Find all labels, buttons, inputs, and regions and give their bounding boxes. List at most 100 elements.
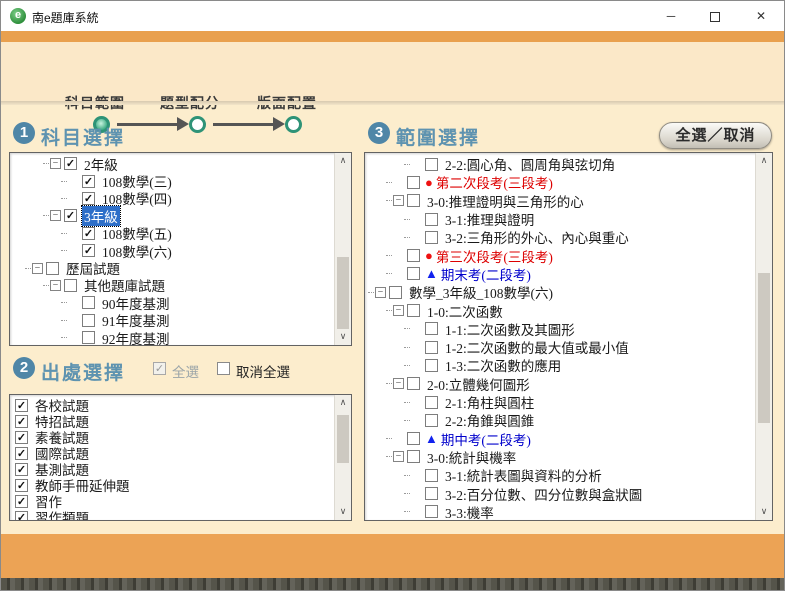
tree-row[interactable]: 3-2:百分位數、四分位數與盒狀圖 — [366, 484, 754, 502]
tree-row[interactable]: ✓108數學(四) — [11, 190, 333, 207]
tree-row[interactable]: 1-3:二次函數的應用 — [366, 356, 754, 374]
source-list-panel: ✓各校試題✓特招試題✓素養試題✓國際試題✓基測試題✓教師手冊延伸題✓習作✓習作類… — [9, 394, 352, 521]
tree-row[interactable]: 3-1:推理與證明 — [366, 210, 754, 228]
checkbox[interactable] — [82, 314, 95, 327]
checkbox[interactable]: ✓ — [82, 227, 95, 240]
checkbox[interactable] — [64, 279, 77, 292]
tree-row[interactable]: 1-1:二次函數及其圖形 — [366, 320, 754, 338]
scroll-up-icon[interactable]: ∧ — [335, 153, 351, 169]
checkbox[interactable]: ✓ — [15, 463, 28, 476]
checkbox[interactable]: ✓ — [15, 399, 28, 412]
checkbox[interactable] — [407, 194, 420, 207]
scrollbar-thumb[interactable] — [758, 273, 770, 423]
tree-row[interactable]: 3-2:三角形的外心、內心與重心 — [366, 228, 754, 246]
checkbox[interactable] — [82, 296, 95, 309]
tree-row[interactable]: 2-1:角柱與圓柱 — [366, 393, 754, 411]
tree-row[interactable]: −✓3年級 — [11, 207, 333, 224]
scroll-down-icon[interactable]: ∨ — [756, 504, 772, 520]
scroll-up-icon[interactable]: ∧ — [335, 395, 351, 411]
tree-row[interactable]: 3-3:機率 — [366, 503, 754, 520]
checkbox[interactable] — [425, 322, 438, 335]
checkbox[interactable] — [407, 304, 420, 317]
toggle-select-all-button[interactable]: 全選／取消 — [659, 122, 772, 149]
section-2-number-badge: 2 — [13, 357, 35, 379]
checkbox[interactable] — [425, 396, 438, 409]
tree-row[interactable]: 90年度基測 — [11, 294, 333, 311]
tree-indent-spacer — [393, 433, 404, 444]
tree-row[interactable]: 91年度基測 — [11, 312, 333, 329]
expand-collapse-icon[interactable]: − — [50, 210, 61, 221]
checkbox[interactable]: ✓ — [15, 511, 28, 521]
checkbox[interactable] — [425, 341, 438, 354]
checkbox[interactable] — [425, 359, 438, 372]
scrollbar-thumb[interactable] — [337, 257, 349, 329]
tree-row[interactable]: −數學_3年級_108數學(六) — [366, 283, 754, 301]
checkbox[interactable]: ✓ — [15, 479, 28, 492]
expand-collapse-icon[interactable]: − — [393, 195, 404, 206]
scroll-down-icon[interactable]: ∨ — [335, 504, 351, 520]
scroll-down-icon[interactable]: ∨ — [335, 329, 351, 345]
checkbox[interactable] — [425, 469, 438, 482]
checkbox[interactable] — [407, 377, 420, 390]
tree-row[interactable]: 2-2:角錐與圓錐 — [366, 411, 754, 429]
expand-collapse-icon[interactable]: − — [393, 378, 404, 389]
select-all-checkbox[interactable]: ✓ — [153, 362, 166, 375]
checkbox[interactable] — [425, 487, 438, 500]
tree-row[interactable]: 92年度基測 — [11, 329, 333, 345]
tree-row[interactable]: 1-2:二次函數的最大值或最小值 — [366, 338, 754, 356]
checkbox[interactable]: ✓ — [64, 157, 77, 170]
expand-collapse-icon[interactable]: − — [393, 305, 404, 316]
checkbox[interactable]: ✓ — [82, 244, 95, 257]
checkbox[interactable] — [425, 158, 438, 171]
tree-row[interactable]: −其他題庫試題 — [11, 277, 333, 294]
minimize-button[interactable]: ─ — [649, 1, 693, 31]
checkbox[interactable]: ✓ — [82, 192, 95, 205]
tree-row[interactable]: ▲期中考(二段考) — [366, 429, 754, 447]
expand-collapse-icon[interactable]: − — [32, 263, 43, 274]
tree-row[interactable]: 2-2:圓心角、圓周角與弦切角 — [366, 155, 754, 173]
expand-collapse-icon[interactable]: − — [375, 287, 386, 298]
scroll-up-icon[interactable]: ∧ — [756, 153, 772, 169]
checkbox[interactable]: ✓ — [15, 495, 28, 508]
tree-row[interactable]: ▲期末考(二段考) — [366, 265, 754, 283]
close-button[interactable]: ✕ — [739, 1, 783, 31]
tree-row[interactable]: −3-0:推理證明與三角形的心 — [366, 192, 754, 210]
scrollbar-thumb[interactable] — [337, 415, 349, 463]
checkbox[interactable] — [407, 249, 420, 262]
expand-collapse-icon[interactable]: − — [50, 158, 61, 169]
tree-row[interactable]: ●第二次段考(三段考) — [366, 173, 754, 191]
checkbox[interactable]: ✓ — [15, 447, 28, 460]
checkbox[interactable]: ✓ — [15, 415, 28, 428]
tree-row[interactable]: −3-0:統計與機率 — [366, 448, 754, 466]
tree-guide-line — [404, 347, 410, 348]
checkbox[interactable] — [46, 262, 59, 275]
tree-row[interactable]: ✓108數學(六) — [11, 242, 333, 259]
deselect-all-checkbox[interactable] — [217, 362, 230, 375]
tree-row[interactable]: ●第三次段考(三段考) — [366, 246, 754, 264]
tree-row[interactable]: ✓108數學(五) — [11, 225, 333, 242]
checkbox[interactable] — [407, 432, 420, 445]
tree-row[interactable]: −歷屆試題 — [11, 259, 333, 276]
tree-row[interactable]: −2-0:立體幾何圖形 — [366, 375, 754, 393]
expand-collapse-icon[interactable]: − — [393, 451, 404, 462]
checkbox[interactable] — [389, 286, 402, 299]
tree-item-label: 1-3:二次函數的應用 — [443, 355, 563, 375]
expand-collapse-icon[interactable]: − — [50, 280, 61, 291]
checkbox[interactable] — [425, 213, 438, 226]
maximize-button[interactable] — [693, 1, 737, 31]
tree-row[interactable]: −1-0:二次函數 — [366, 301, 754, 319]
checkbox[interactable] — [425, 414, 438, 427]
checkbox[interactable] — [425, 505, 438, 518]
checkbox[interactable]: ✓ — [82, 175, 95, 188]
checkbox[interactable] — [407, 176, 420, 189]
checkbox[interactable]: ✓ — [15, 431, 28, 444]
checkbox[interactable] — [407, 450, 420, 463]
checkbox[interactable]: ✓ — [64, 209, 77, 222]
tree-row[interactable]: ✓108數學(三) — [11, 172, 333, 189]
checkbox[interactable] — [407, 267, 420, 280]
list-item[interactable]: ✓習作類題 — [11, 509, 333, 520]
checkbox[interactable] — [82, 331, 95, 344]
tree-row[interactable]: −✓2年級 — [11, 155, 333, 172]
tree-row[interactable]: 3-1:統計表圖與資料的分析 — [366, 466, 754, 484]
checkbox[interactable] — [425, 231, 438, 244]
